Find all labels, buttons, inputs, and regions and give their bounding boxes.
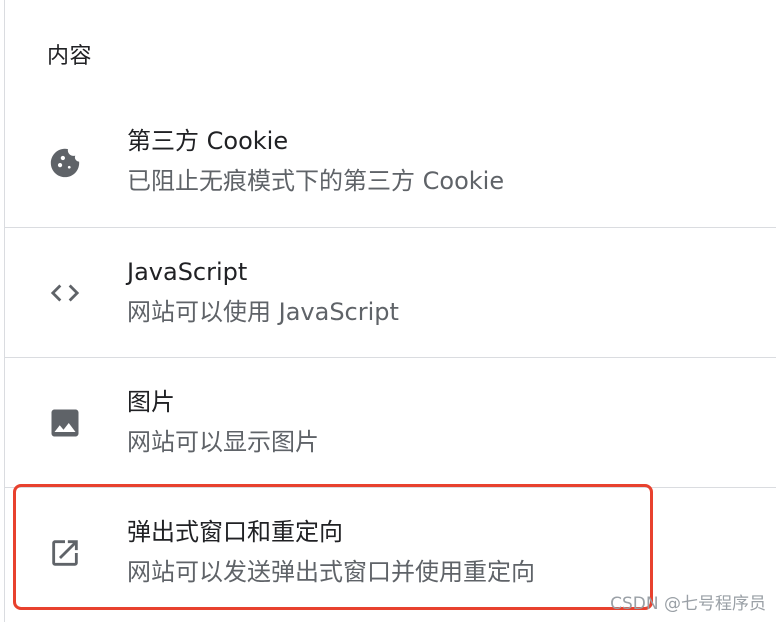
row-sublabel: 已阻止无痕模式下的第三方 Cookie (127, 167, 505, 195)
code-icon (45, 273, 85, 313)
content-settings-panel: 内容 第三方 Cookie 已阻止无痕模式下的第三方 Cookie JavaSc… (4, 0, 776, 622)
row-sublabel: 网站可以使用 JavaScript (127, 298, 399, 326)
row-label: JavaScript (127, 258, 248, 286)
open-in-new-icon (45, 533, 85, 573)
settings-row-images[interactable]: 图片 网站可以显示图片 (5, 357, 776, 487)
watermark: CSDN @七号程序员 (610, 594, 766, 614)
row-sublabel: 网站可以显示图片 (127, 428, 319, 456)
settings-row-third-party-cookies[interactable]: 第三方 Cookie 已阻止无痕模式下的第三方 Cookie (5, 97, 776, 227)
section-title: 内容 (47, 44, 93, 69)
row-label: 图片 (127, 388, 175, 416)
row-sublabel: 网站可以发送弹出式窗口并使用重定向 (127, 558, 535, 586)
cookie-icon (45, 143, 85, 183)
row-label: 第三方 Cookie (127, 127, 289, 155)
row-label: 弹出式窗口和重定向 (127, 518, 343, 546)
settings-row-javascript[interactable]: JavaScript 网站可以使用 JavaScript (5, 227, 776, 357)
image-icon (45, 403, 85, 443)
